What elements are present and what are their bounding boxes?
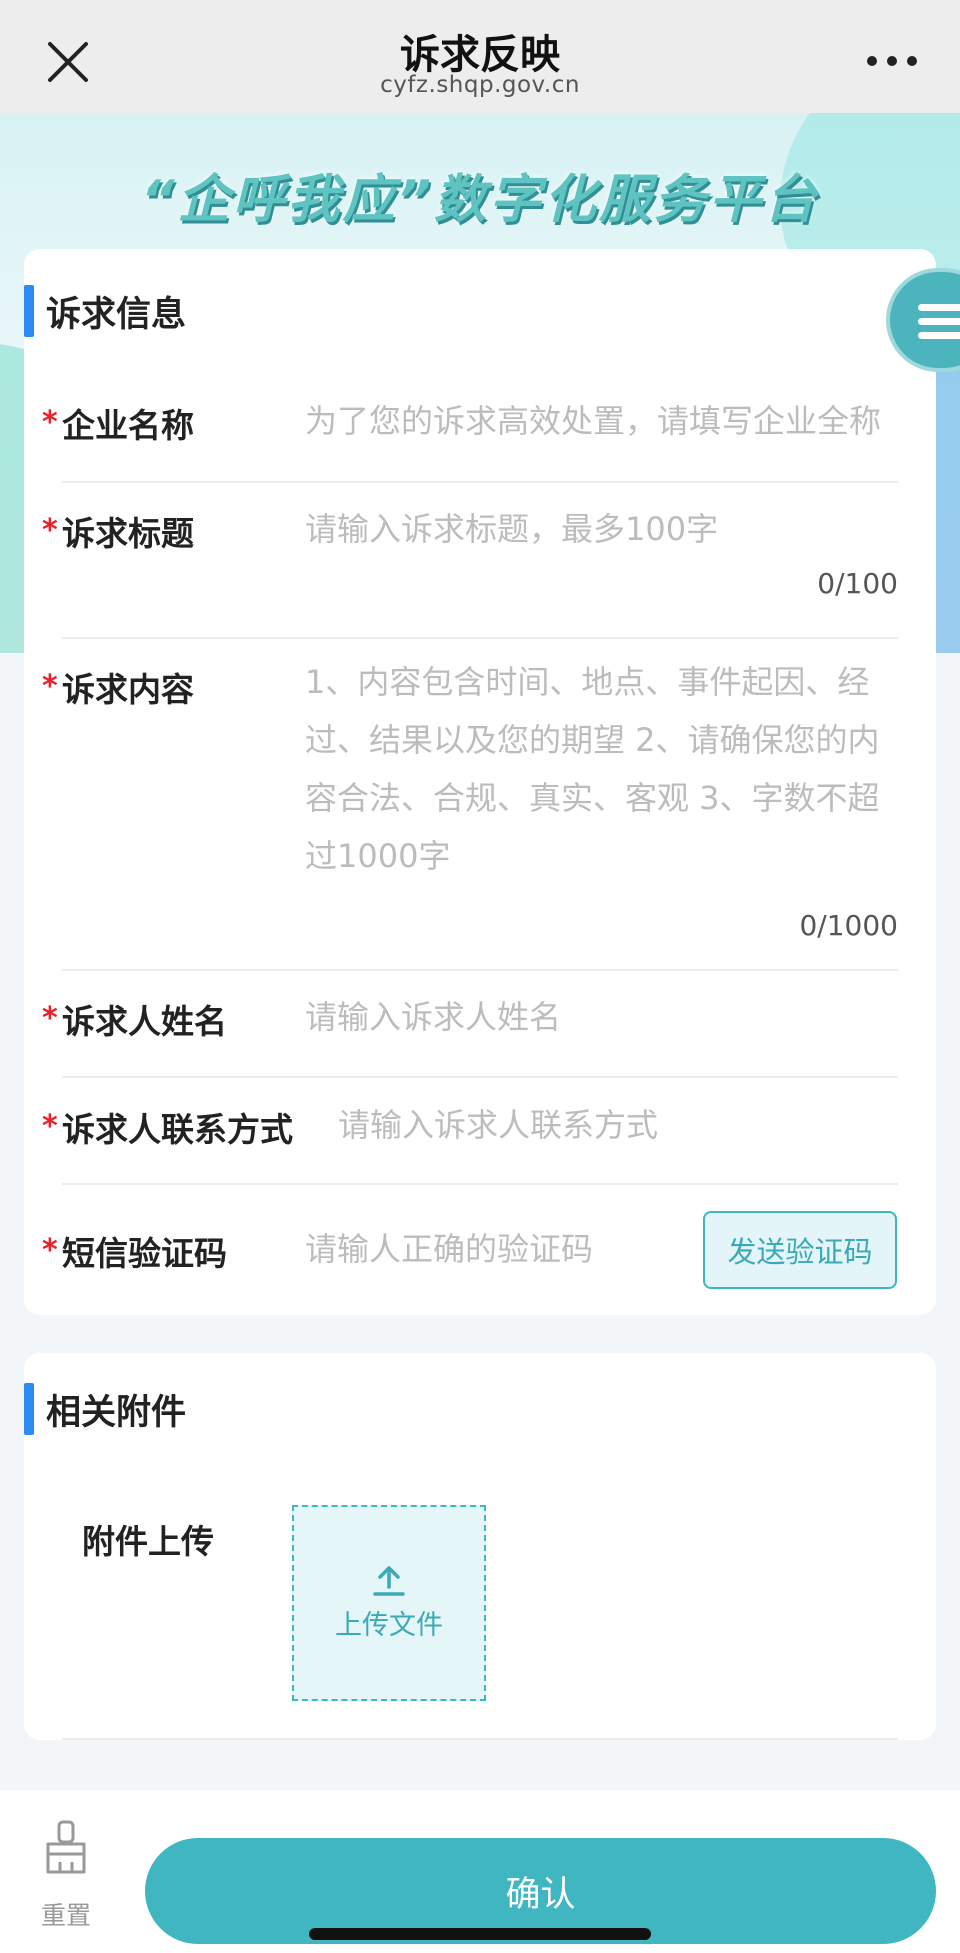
required-mark: * [42, 1109, 58, 1144]
bottom-action-bar: 重置 确认 [0, 1790, 960, 1953]
content-char-counter: 0/1000 [799, 909, 898, 942]
brush-icon [46, 1820, 86, 1874]
title-label: 诉求标题 [62, 514, 194, 553]
content-label: 诉求内容 [62, 670, 194, 709]
company-row: * 企业名称 [24, 395, 936, 489]
divider [62, 637, 898, 639]
contact-row: * 诉求人联系方式 [24, 1099, 936, 1183]
required-mark: * [42, 1001, 58, 1036]
section-accent-bar [24, 1383, 34, 1435]
name-input[interactable] [305, 991, 899, 1043]
page-domain: cyfz.shqp.gov.cn [380, 72, 580, 98]
divider [62, 1183, 898, 1185]
company-input[interactable] [305, 395, 899, 447]
sms-code-row: * 短信验证码 发送验证码 [24, 1209, 936, 1299]
home-indicator [309, 1928, 651, 1940]
menu-icon [918, 304, 960, 339]
reset-label: 重置 [40, 1901, 91, 1930]
section-header: 诉求信息 [24, 285, 186, 337]
divider [62, 1076, 898, 1078]
name-label: 诉求人姓名 [62, 1002, 227, 1041]
title-char-counter: 0/100 [817, 567, 898, 600]
required-mark: * [42, 1233, 58, 1268]
info-card: 诉求信息 * 企业名称 * 诉求标题 0/100 * 诉求内容 0/1000 *… [24, 249, 936, 1315]
upload-label: 附件上传 [82, 1522, 214, 1561]
upload-file-button[interactable]: 上传文件 [292, 1505, 486, 1701]
company-label: 企业名称 [62, 406, 194, 445]
title-input[interactable] [305, 503, 899, 555]
contact-label: 诉求人联系方式 [62, 1110, 293, 1149]
content-row: * 诉求内容 0/1000 [24, 653, 936, 963]
required-mark: * [42, 669, 58, 704]
upload-file-label: 上传文件 [335, 1609, 443, 1641]
top-navigation-bar: 诉求反映 cyfz.shqp.gov.cn [0, 0, 960, 113]
name-row: * 诉求人姓名 [24, 991, 936, 1075]
divider [62, 969, 898, 971]
section-title: 相关附件 [46, 1392, 187, 1433]
sms-code-input[interactable] [305, 1223, 685, 1275]
content-textarea[interactable] [305, 653, 901, 893]
divider [62, 481, 898, 483]
required-mark: * [42, 513, 58, 548]
contact-input[interactable] [338, 1099, 899, 1151]
section-title: 诉求信息 [46, 294, 187, 335]
divider [62, 1738, 898, 1740]
banner-title: “企呼我应”数字化服务平台 [141, 170, 819, 230]
sms-code-label: 短信验证码 [62, 1234, 227, 1273]
reset-button[interactable]: 重置 [24, 1820, 108, 1940]
more-horizontal-icon[interactable] [862, 44, 922, 78]
title-row: * 诉求标题 0/100 [24, 503, 936, 637]
required-mark: * [42, 405, 58, 440]
upload-icon [373, 1565, 405, 1596]
section-header: 相关附件 [24, 1383, 186, 1435]
send-code-button[interactable]: 发送验证码 [703, 1211, 897, 1289]
section-accent-bar [24, 285, 34, 337]
attachments-card: 相关附件 附件上传 上传文件 [24, 1353, 936, 1740]
